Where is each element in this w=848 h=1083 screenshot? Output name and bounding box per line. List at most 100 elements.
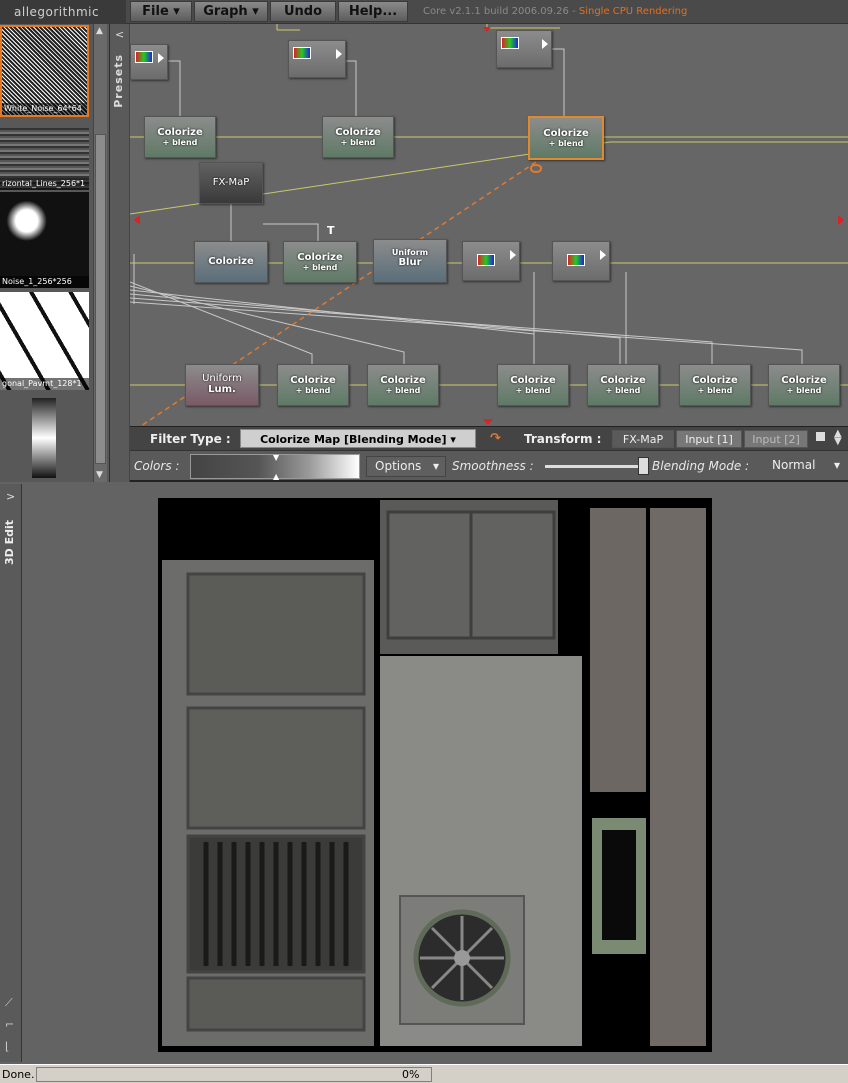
node-fxmap[interactable]: FX-MaP [199,162,263,204]
node-title: Colorize [510,375,556,386]
color-gradient-editor[interactable]: ▼ ▲ [190,453,360,481]
graph-editor[interactable]: Colorize + blend Colorize + blend Colorize… [130,24,848,426]
node-subtitle: + blend [515,386,551,395]
gradient-key-icon[interactable]: ▼ [273,453,279,462]
3d-edit-tab[interactable]: > 3D Edit ⟋ ⌐ ⌊ [0,484,22,1062]
node-blend-icon-2[interactable] [288,40,346,78]
menu-help[interactable]: Help... [338,1,408,22]
presets-tab-label: Presets [112,54,125,108]
node-uniform-blur[interactable]: Uniform Blur [373,239,447,283]
node-blend-icon-1[interactable] [130,44,168,80]
smoothness-slider-track[interactable] [545,465,645,468]
tile-marker: T [327,224,335,237]
tab-fxmap[interactable]: FX-MaP [612,430,674,448]
node-title: Colorize [600,375,646,386]
caret-down-icon: ▾ [252,4,259,19]
options-button[interactable]: Options ▾ [366,456,446,477]
node-title: Colorize [692,375,738,386]
node-subtitle: + blend [786,386,822,395]
blending-mode-label: Blending Mode : [652,459,750,473]
preset-gradient[interactable] [32,398,56,478]
scroll-down-icon[interactable]: ▼ [96,470,103,480]
progress-bar [36,1067,432,1082]
node-colorize-blend-5[interactable]: Colorize + blend [367,364,439,406]
blend-icon [501,37,519,49]
menu-file[interactable]: File ▾ [130,1,192,22]
blend-icon [477,254,495,266]
smoothness-label: Smoothness : [452,459,534,473]
node-title: Colorize [290,375,336,386]
node-title: Colorize [335,127,381,138]
tool-icon[interactable]: ⌐ [5,1018,14,1031]
swap-arrow-icon[interactable]: ↷ [490,431,501,446]
status-text: Done. [2,1068,35,1081]
options-label: Options [375,459,422,473]
app-logo: allegorithmic [0,0,126,24]
presets-tab[interactable]: < Presets [110,24,130,482]
scroll-thumb[interactable] [95,134,106,464]
logo-text: allegorithmic [14,5,100,19]
node-colorize-blend-4[interactable]: Colorize + blend [277,364,349,406]
node-blend-icon-3[interactable] [496,30,552,68]
node-subtitle: + blend [385,386,421,395]
blend-icon [567,254,585,266]
node-blend-icon-5[interactable] [552,241,610,281]
collapse-left-icon[interactable]: < [115,28,124,41]
tool-icon[interactable]: ⌊ [5,1040,9,1053]
tool-icon[interactable]: ⟋ [5,996,13,1010]
spinner-icon[interactable]: ▲ ▼ [834,429,842,447]
output-arrow-icon [158,53,164,63]
preset-label: gonal_Pavmt_128*1 [0,378,89,390]
node-colorize-blend-1[interactable]: Colorize + blend [144,116,216,158]
node-colorize-blend-8[interactable]: Colorize + blend [679,364,751,406]
menu-undo-label: Undo [283,4,323,19]
node-colorize-blend-6[interactable]: Colorize + blend [497,364,569,406]
node-subtitle: + blend [302,263,338,272]
node-colorize-blend-9[interactable]: Colorize + blend [768,364,840,406]
texture-viewport[interactable] [22,484,848,1062]
square-icon[interactable] [816,432,825,441]
node-title: Colorize [781,375,827,386]
caret-down-icon: ▾ [450,433,456,446]
preset-white-noise[interactable]: White_Noise_64*64 [0,25,89,117]
node-colorize[interactable]: Colorize [194,241,268,283]
tab-input-1[interactable]: Input [1] [676,430,742,448]
output-arrow-icon [510,250,516,260]
caret-down-icon: ▾ [833,458,840,472]
menu-graph-label: Graph [203,4,248,19]
preset-diagonal-pavement[interactable]: gonal_Pavmt_128*1 [0,292,89,390]
node-subtitle: Blur [398,257,422,268]
node-colorize-blend-3[interactable]: Colorize + blend [283,241,357,283]
eye-icon[interactable] [530,164,542,173]
menu-graph[interactable]: Graph ▾ [194,1,268,22]
node-colorize-blend-7[interactable]: Colorize + blend [587,364,659,406]
version-text: Core v2.1.1 build 2006.09.26 - [423,6,576,17]
preset-label: Noise_1_256*256 [0,276,89,288]
gradient-key-icon[interactable]: ▲ [273,472,279,481]
3d-edit-label: 3D Edit [3,520,16,566]
output-arrow-icon [336,49,342,59]
filter-type-select[interactable]: Colorize Map [Blending Mode] ▾ [240,429,476,448]
node-blend-icon-4[interactable] [462,241,520,281]
node-colorize-blend-2[interactable]: Colorize + blend [322,116,394,158]
node-title: Colorize [157,127,203,138]
preset-label: White_Noise_64*64 [2,103,87,115]
smoothness-slider-knob[interactable] [638,457,649,475]
preset-horizontal-lines[interactable]: rizontal_Lines_256*1 [0,128,89,190]
presets-scrollbar[interactable]: ▲ ▼ [93,24,107,482]
menu-undo[interactable]: Undo [270,1,336,22]
tab-input-2[interactable]: Input [2] [744,430,808,448]
parameters-bar: Colors : ▼ ▲ Options ▾ Smoothness : Blend… [130,450,848,482]
node-title: Uniform [391,248,429,257]
blending-mode-select[interactable]: Normal ▾ [762,456,846,477]
preset-noise[interactable]: Noise_1_256*256 [0,192,89,288]
node-uniform-lum[interactable]: Uniform Lum. [185,364,259,406]
tab-fxmap-label: FX-MaP [622,433,664,446]
node-title: Colorize [297,252,343,263]
node-subtitle: + blend [605,386,641,395]
node-colorize-blend-selected[interactable]: Colorize + blend [528,116,604,160]
menu-file-label: File [142,4,169,19]
menu-help-label: Help... [348,4,398,19]
expand-icon[interactable]: > [6,490,15,503]
scroll-up-icon[interactable]: ▲ [96,26,103,36]
